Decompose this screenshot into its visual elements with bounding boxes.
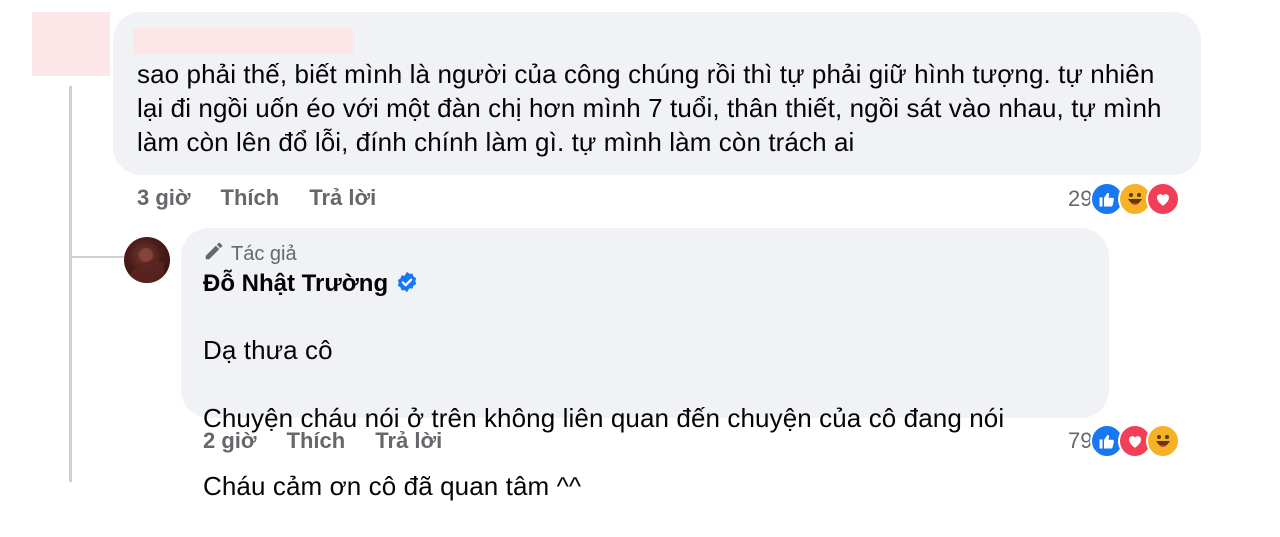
thread-branch-line <box>72 256 124 258</box>
commenter-name-redacted[interactable] <box>133 28 353 54</box>
pencil-icon <box>203 240 225 268</box>
comment-time[interactable]: 3 giờ <box>137 185 191 211</box>
reaction-count: 29 <box>1068 186 1093 211</box>
reply-actions: 2 giờ Thích Trả lời <box>203 428 442 454</box>
reply-text-line: Dạ thưa cô <box>203 335 333 365</box>
reaction-count: 79 <box>1068 428 1093 453</box>
author-badge-label: Tác giả <box>231 242 297 265</box>
verified-badge-icon <box>396 271 418 298</box>
thread-line <box>69 86 72 482</box>
reply-button[interactable]: Trả lời <box>309 185 376 211</box>
reply-text: Dạ thưa cô Chuyện cháu nói ở trên không … <box>203 299 1103 537</box>
reaction-summary[interactable]: 29 <box>1068 182 1181 216</box>
like-button[interactable]: Thích <box>221 185 280 211</box>
comment-text: sao phải thế, biết mình là người của côn… <box>137 59 1162 157</box>
comment-actions: 3 giờ Thích Trả lời <box>137 185 376 211</box>
like-button[interactable]: Thích <box>287 428 346 454</box>
love-icon <box>1146 182 1181 216</box>
haha-icon <box>1146 424 1181 458</box>
author-avatar[interactable] <box>124 237 170 283</box>
reply-time[interactable]: 2 giờ <box>203 428 257 454</box>
author-name[interactable]: Đỗ Nhật Trường <box>203 270 388 298</box>
reply-button[interactable]: Trả lời <box>375 428 442 454</box>
author-badge: Tác giả <box>203 240 297 268</box>
reply-text-line: Cháu cảm ơn cô đã quan tâm ^^ <box>203 471 582 501</box>
commenter-avatar-redacted[interactable] <box>32 12 110 76</box>
reaction-summary[interactable]: 79 <box>1068 424 1181 458</box>
author-name-row: Đỗ Nhật Trường <box>203 270 418 298</box>
